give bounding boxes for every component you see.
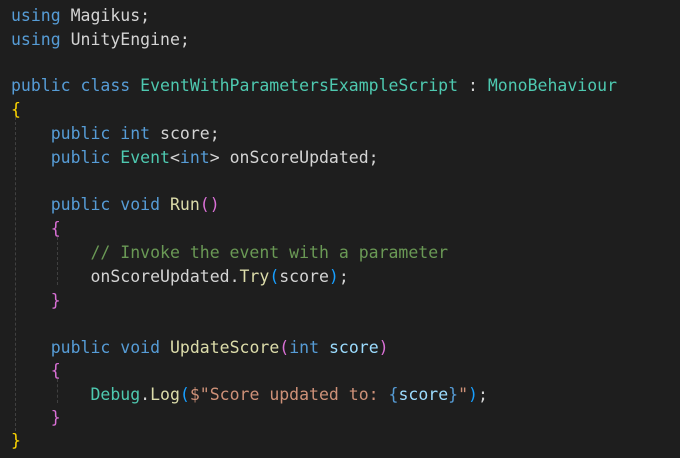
base-class: MonoBehaviour — [487, 76, 617, 95]
code-line-10: { — [11, 217, 61, 241]
bracket: } — [11, 431, 21, 450]
field-name: onScoreUpdated — [229, 148, 369, 167]
punctuation: ; — [477, 385, 488, 404]
code-line-12: onScoreUpdated.Try(score); — [11, 265, 349, 289]
method-name: Run — [169, 195, 200, 214]
code-line-9: public void Run() — [11, 193, 220, 217]
bracket: () — [199, 195, 220, 214]
keyword: public — [50, 338, 111, 357]
bracket: ( — [269, 267, 280, 286]
code-line-15: public void UpdateScore(int score) — [11, 336, 389, 360]
string-literal: " — [458, 385, 469, 404]
keyword: int — [289, 338, 320, 357]
bracket: ) — [468, 385, 478, 404]
interpolation-brace: { — [388, 385, 399, 404]
code-line-18: } — [11, 406, 61, 430]
class-name: EventWithParametersExampleScript — [140, 76, 459, 95]
method-name: Try — [239, 267, 270, 286]
punctuation: ; — [338, 267, 349, 286]
bracket: { — [50, 219, 61, 238]
type-name: Event — [120, 148, 170, 167]
code-line-7: public Event<int> onScoreUpdated; — [11, 146, 379, 170]
keyword: class — [80, 76, 131, 95]
punctuation: ; — [179, 30, 190, 49]
bracket: ( — [179, 385, 190, 404]
code-line-17: Debug.Log($"Score updated to: {score}"); — [11, 383, 488, 407]
punctuation: > — [209, 148, 220, 167]
method-name: UpdateScore — [169, 338, 280, 357]
punctuation: ; — [368, 148, 379, 167]
code-line-13: } — [11, 289, 61, 313]
code-line-11: // Invoke the event with a parameter — [11, 241, 448, 265]
parameter-name: score — [328, 338, 379, 357]
bracket: ) — [378, 338, 389, 357]
field-name: score — [160, 124, 210, 143]
code-line-19: } — [11, 429, 21, 453]
keyword: int — [120, 124, 151, 143]
keyword: using — [11, 30, 61, 49]
bracket: { — [50, 361, 61, 380]
keyword: using — [11, 6, 61, 25]
code-line-5: { — [11, 98, 21, 122]
method-name: Log — [150, 385, 180, 404]
code-line-16: { — [11, 359, 61, 383]
identifier: score — [279, 267, 329, 286]
keyword: public — [50, 124, 111, 143]
bracket: ) — [328, 267, 339, 286]
punctuation: : — [467, 76, 478, 95]
string-literal: $"Score updated to: — [189, 385, 389, 404]
bracket: } — [50, 408, 61, 427]
punctuation: ; — [209, 124, 220, 143]
comment: // Invoke the event with a parameter — [90, 243, 449, 262]
code-line-4: public class EventWithParametersExampleS… — [11, 74, 617, 98]
keyword: public — [50, 148, 111, 167]
keyword: public — [11, 76, 71, 95]
keyword: int — [179, 148, 210, 167]
punctuation: . — [229, 267, 240, 286]
interpolation-brace: } — [448, 385, 459, 404]
punctuation: ; — [140, 6, 151, 25]
namespace: UnityEngine — [70, 30, 180, 49]
parameter-name: score — [398, 385, 449, 404]
code-line-2: using UnityEngine; — [11, 28, 190, 52]
keyword: void — [120, 338, 161, 357]
bracket: { — [11, 100, 21, 119]
namespace: Magikus — [70, 6, 141, 25]
code-line-6: public int score; — [11, 122, 220, 146]
keyword: public — [50, 195, 111, 214]
identifier: onScoreUpdated — [90, 267, 230, 286]
bracket: ( — [279, 338, 290, 357]
type-name: Debug — [90, 385, 141, 404]
bracket: } — [50, 291, 61, 310]
punctuation: < — [169, 148, 180, 167]
punctuation: . — [140, 385, 151, 404]
code-line-1: using Magikus; — [11, 4, 150, 28]
keyword: void — [120, 195, 161, 214]
code-editor[interactable]: using Magikus; using UnityEngine; public… — [0, 0, 680, 458]
